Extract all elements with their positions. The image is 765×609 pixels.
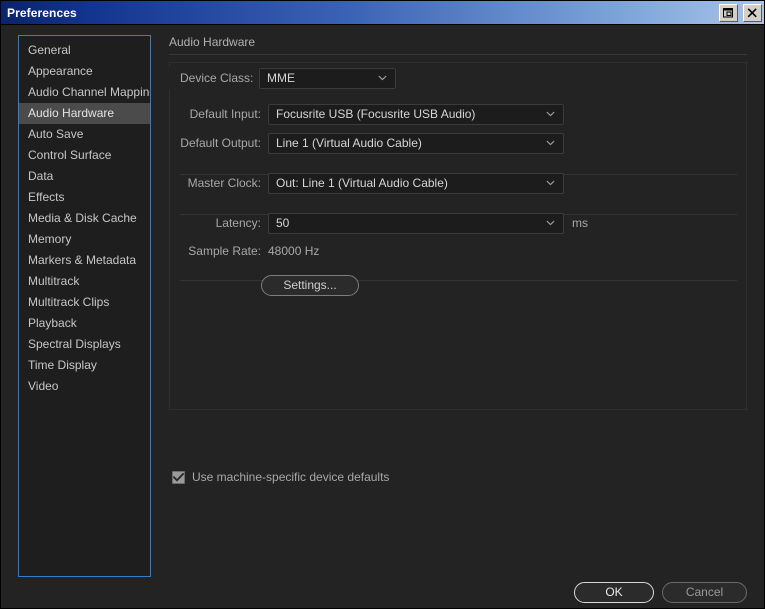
cancel-button[interactable]: Cancel	[662, 582, 747, 603]
master-clock-select[interactable]: Out: Line 1 (Virtual Audio Cable)	[268, 172, 564, 194]
window-title: Preferences	[7, 5, 77, 20]
machine-defaults-checkbox-row[interactable]: Use machine-specific device defaults	[172, 470, 389, 484]
settings-button[interactable]: Settings...	[261, 275, 359, 296]
preferences-dialog: Preferences General Appearance Audio Cha…	[0, 0, 765, 609]
default-output-row: Default Output: Line 1 (Virtual Audio Ca…	[180, 132, 564, 154]
sidebar-item-markers-metadata[interactable]: Markers & Metadata	[19, 250, 150, 271]
default-input-value: Focusrite USB (Focusrite USB Audio)	[276, 107, 476, 121]
device-class-value: MME	[267, 71, 295, 85]
sidebar-item-playback[interactable]: Playback	[19, 313, 150, 334]
dialog-footer: OK Cancel	[1, 571, 764, 608]
close-icon	[747, 7, 757, 17]
close-button[interactable]	[743, 3, 762, 22]
sidebar-item-control-surface[interactable]: Control Surface	[19, 145, 150, 166]
sample-rate-value: 48000 Hz	[268, 244, 320, 258]
sidebar-item-video[interactable]: Video	[19, 376, 150, 397]
device-class-row: Device Class: MME	[169, 67, 396, 89]
master-clock-value: Out: Line 1 (Virtual Audio Cable)	[276, 176, 448, 190]
master-clock-row: Master Clock: Out: Line 1 (Virtual Audio…	[180, 172, 564, 194]
sidebar-item-multitrack[interactable]: Multitrack	[19, 271, 150, 292]
sidebar-item-audio-channel-mapping[interactable]: Audio Channel Mapping	[19, 82, 150, 103]
device-class-select[interactable]: MME	[259, 67, 396, 89]
sidebar-item-media-disk-cache[interactable]: Media & Disk Cache	[19, 208, 150, 229]
sidebar-item-audio-hardware[interactable]: Audio Hardware	[19, 103, 150, 124]
sidebar-item-general[interactable]: General	[19, 40, 150, 61]
sidebar-item-effects[interactable]: Effects	[19, 187, 150, 208]
default-input-label: Default Input:	[189, 107, 261, 121]
latency-label: Latency:	[215, 216, 261, 230]
latency-row: Latency: 50 ms	[180, 212, 588, 234]
preferences-category-list[interactable]: General Appearance Audio Channel Mapping…	[18, 35, 151, 577]
chevron-down-icon	[546, 220, 555, 226]
audio-hardware-pane: Audio Hardware Device Class: MME Default…	[169, 35, 747, 580]
default-output-label: Default Output:	[180, 136, 261, 150]
page-title-divider	[169, 54, 747, 55]
default-output-select[interactable]: Line 1 (Virtual Audio Cable)	[268, 132, 564, 154]
dialog-body: General Appearance Audio Channel Mapping…	[1, 25, 764, 608]
chevron-down-icon	[546, 140, 555, 146]
sidebar-item-data[interactable]: Data	[19, 166, 150, 187]
machine-defaults-checkbox[interactable]	[172, 470, 185, 484]
sidebar-item-memory[interactable]: Memory	[19, 229, 150, 250]
default-input-select[interactable]: Focusrite USB (Focusrite USB Audio)	[268, 103, 564, 125]
master-clock-label: Master Clock:	[187, 176, 261, 190]
check-icon	[173, 472, 184, 482]
sidebar-item-spectral-displays[interactable]: Spectral Displays	[19, 334, 150, 355]
sidebar-item-time-display[interactable]: Time Display	[19, 355, 150, 376]
default-output-value: Line 1 (Virtual Audio Cable)	[276, 136, 422, 150]
latency-select[interactable]: 50	[268, 212, 564, 234]
chevron-down-icon	[546, 111, 555, 117]
sample-rate-label: Sample Rate:	[188, 244, 261, 258]
latency-unit-label: ms	[572, 216, 588, 230]
sidebar-item-appearance[interactable]: Appearance	[19, 61, 150, 82]
latency-value: 50	[276, 216, 290, 230]
chevron-down-icon	[378, 75, 387, 81]
title-bar: Preferences	[1, 1, 764, 25]
page-title: Audio Hardware	[169, 35, 256, 49]
sidebar-item-auto-save[interactable]: Auto Save	[19, 124, 150, 145]
restore-icon	[723, 7, 733, 17]
sidebar-item-multitrack-clips[interactable]: Multitrack Clips	[19, 292, 150, 313]
machine-defaults-label: Use machine-specific device defaults	[192, 470, 390, 484]
restore-button[interactable]	[719, 3, 738, 22]
device-class-label: Device Class:	[180, 71, 254, 85]
default-input-row: Default Input: Focusrite USB (Focusrite …	[180, 103, 564, 125]
ok-button[interactable]: OK	[574, 582, 654, 603]
sample-rate-row: Sample Rate: 48000 Hz	[180, 240, 319, 262]
chevron-down-icon	[546, 180, 555, 186]
